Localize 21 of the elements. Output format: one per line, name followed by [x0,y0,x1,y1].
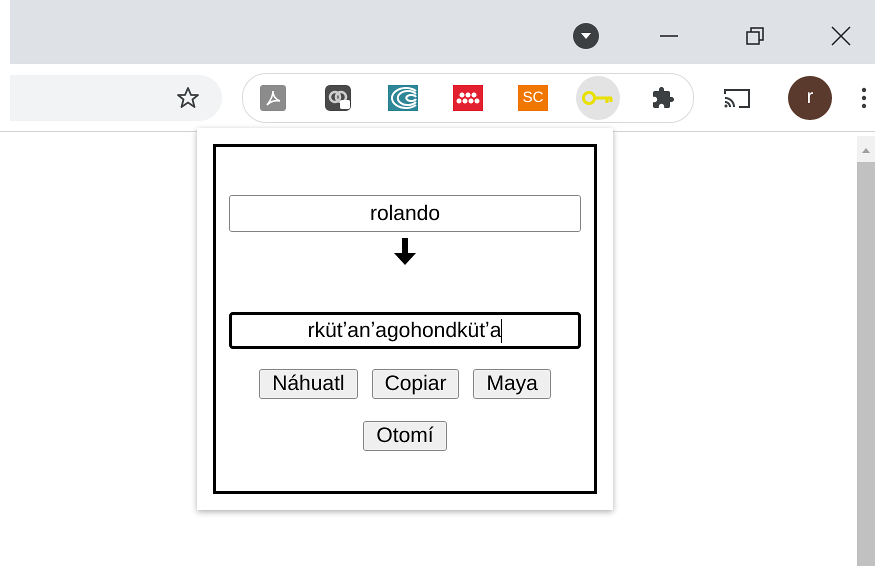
wave-icon [388,84,418,110]
profile-avatar[interactable]: r [788,76,832,120]
close-icon[interactable] [831,26,851,46]
star-icon[interactable] [176,86,200,110]
dots-icon [453,84,483,110]
tab-search-icon[interactable] [573,23,599,49]
down-arrow-icon [392,238,418,266]
chat-icon [325,84,351,110]
menu-icon[interactable] [860,86,868,110]
language-button[interactable]: Maya [473,369,551,399]
language-button[interactable]: Otomí [363,421,447,451]
sc-logo: SC [518,84,548,110]
language-button[interactable]: Copiar [372,369,460,399]
output-field[interactable]: rkütʼanʼagohondkütʼa [229,312,581,349]
language-button[interactable]: Náhuatl [259,369,358,399]
input-field[interactable]: rolando [229,195,581,232]
puzzle-icon [651,86,675,110]
restore-icon[interactable] [745,26,765,46]
key-icon [582,88,614,106]
scrollbar[interactable] [857,136,875,566]
pdf-icon [260,84,286,110]
